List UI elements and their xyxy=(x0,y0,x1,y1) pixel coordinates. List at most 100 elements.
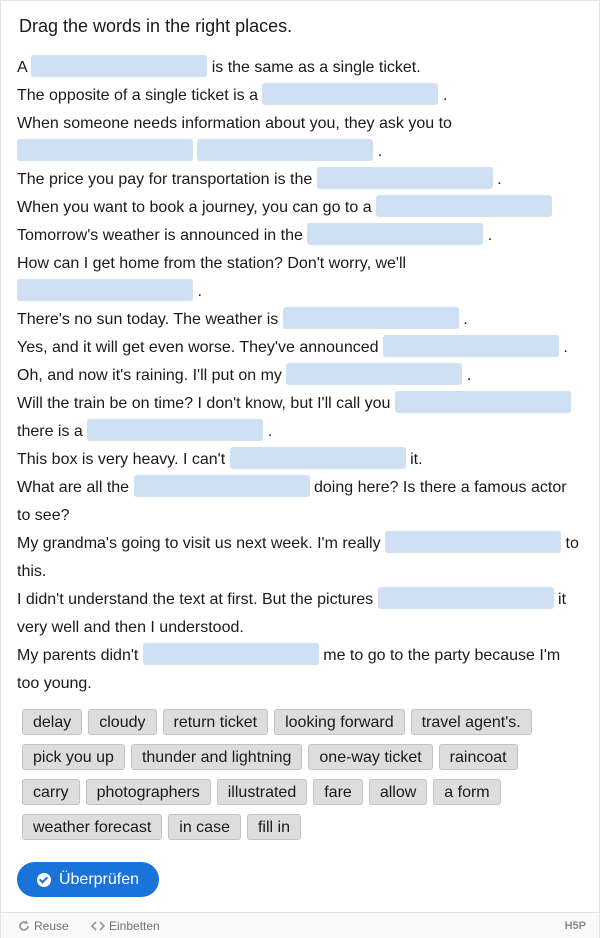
drop-zone[interactable] xyxy=(229,447,406,470)
draggable-word[interactable]: delay xyxy=(22,709,83,735)
drop-zone[interactable] xyxy=(282,307,459,330)
drop-zone[interactable] xyxy=(286,363,463,386)
sentence-line: The opposite of a single ticket is a . xyxy=(17,82,582,110)
sentence-line: Tomorrow's weather is announced in the . xyxy=(17,222,582,250)
drop-zone[interactable] xyxy=(377,587,554,610)
draggable-word[interactable]: weather forecast xyxy=(22,814,163,840)
sentence-line: Yes, and it will get even worse. They've… xyxy=(17,334,582,362)
sentence-text: There's no sun today. The weather is xyxy=(17,311,279,328)
check-circle-icon xyxy=(36,872,51,887)
drop-zone[interactable] xyxy=(31,55,208,78)
reuse-link[interactable]: Reuse xyxy=(18,919,69,933)
drop-zone[interactable] xyxy=(17,139,193,162)
sentence-text: . xyxy=(563,339,568,356)
sentence-line: to see? xyxy=(17,502,582,530)
drop-zone[interactable] xyxy=(17,279,193,302)
reuse-icon xyxy=(19,920,29,931)
drop-zone[interactable] xyxy=(307,223,484,246)
embed-label: Einbetten xyxy=(109,919,160,933)
sentence-line: The price you pay for transportation is … xyxy=(17,166,582,194)
sentence-line: . xyxy=(17,278,582,306)
drop-zone[interactable] xyxy=(394,391,571,414)
word-row: delay cloudy return ticket looking forward t… xyxy=(22,709,582,744)
task-title: Drag the words in the right places. xyxy=(19,16,293,36)
sentence-text: Oh, and now it's raining. I'll put on my xyxy=(17,367,282,384)
draggable-word[interactable]: photographers xyxy=(85,779,211,805)
drop-zone[interactable] xyxy=(382,335,559,358)
drop-zone[interactable] xyxy=(385,531,562,554)
draggable-word[interactable]: a form xyxy=(433,779,501,805)
embed-icon xyxy=(91,921,105,931)
draggable-word[interactable]: pick you up xyxy=(22,744,125,770)
sentence-line: My grandma's going to visit us next week… xyxy=(17,530,582,558)
drop-zone[interactable] xyxy=(197,139,374,162)
draggable-word[interactable]: looking forward xyxy=(274,709,405,735)
sentence-text: there is a xyxy=(17,423,83,440)
sentence-line: When you want to book a journey, you can… xyxy=(17,194,582,222)
word-row: pick you up thunder and lightning one-way … xyxy=(22,744,582,779)
drop-zone[interactable] xyxy=(133,475,310,498)
sentence-line: When someone needs information about you… xyxy=(17,110,582,138)
word-row: carry photographers illustrated fare allow a … xyxy=(22,779,582,814)
drop-zone[interactable] xyxy=(316,167,493,190)
sentence-text: Tomorrow's weather is announced in the xyxy=(17,227,303,244)
drop-zone[interactable] xyxy=(87,419,264,442)
sentence-line: Oh, and now it's raining. I'll put on my… xyxy=(17,362,582,390)
word-row: weather forecast in case fill in xyxy=(22,814,582,849)
draggable-word[interactable]: allow xyxy=(368,779,428,805)
sentence-line: I didn't understand the text at first. B… xyxy=(17,586,582,614)
sentence-line: What are all the doing here? Is there a … xyxy=(17,474,582,502)
sentence-text: When someone needs information about you… xyxy=(17,115,452,132)
sentence-text: Will the train be on time? I don't know,… xyxy=(17,395,391,412)
sentence-text: this. xyxy=(17,563,47,580)
sentence-line: there is a . xyxy=(17,418,582,446)
draggable-word[interactable]: return ticket xyxy=(162,709,269,735)
sentence-line: this. xyxy=(17,558,582,586)
embed-link[interactable]: Einbetten xyxy=(91,919,160,933)
sentence-text: me to go to the party because I'm xyxy=(323,647,561,664)
sentence-text: The price you pay for transportation is … xyxy=(17,171,313,188)
draggable-word[interactable]: carry xyxy=(22,779,80,805)
sentence-text: My grandma's going to visit us next week… xyxy=(17,535,381,552)
draggable-word[interactable]: fare xyxy=(313,779,363,805)
drop-zone[interactable] xyxy=(262,83,439,106)
draggable-word[interactable]: illustrated xyxy=(216,779,308,805)
sentence-text: it. xyxy=(410,451,423,468)
draggable-word[interactable]: cloudy xyxy=(88,709,157,735)
draggable-word[interactable]: raincoat xyxy=(438,744,518,770)
sentence-text: . xyxy=(442,87,448,104)
sentence-text: to see? xyxy=(17,507,70,524)
sentence-text: Yes, and it will get even worse. They've… xyxy=(17,339,379,356)
sentence-text: This box is very heavy. I can't xyxy=(17,451,226,468)
sentence-text: I didn't understand the text at first. B… xyxy=(17,591,374,608)
draggable-word[interactable]: thunder and lightning xyxy=(130,744,303,770)
drop-zone[interactable] xyxy=(142,643,319,666)
word-bank: delay cloudy return ticket looking forward t… xyxy=(22,709,582,849)
sentence-line: very well and then I understood. xyxy=(17,614,582,642)
sentence-list: A is the same as a single ticket. The op… xyxy=(17,54,582,698)
sentence-line: Will the train be on time? I don't know,… xyxy=(17,390,582,418)
sentence-text: . xyxy=(487,227,493,244)
sentence-line: too young. xyxy=(17,670,582,698)
draggable-word[interactable]: one-way ticket xyxy=(308,744,433,770)
sentence-text: How can I get home from the station? Don… xyxy=(17,255,407,272)
h5p-logo: H5P xyxy=(564,920,586,932)
sentence-text: . xyxy=(466,367,472,384)
draggable-word[interactable]: fill in xyxy=(246,814,301,840)
sentence-text: When you want to book a journey, you can… xyxy=(17,199,372,216)
sentence-line: My parents didn't me to go to the party … xyxy=(17,642,582,670)
sentence-text: . xyxy=(377,143,383,160)
check-button[interactable]: Überprüfen xyxy=(17,862,159,897)
drop-zone[interactable] xyxy=(376,195,553,218)
footer-bar: Reuse Einbetten H5P xyxy=(1,912,599,938)
sentence-text: to xyxy=(565,535,579,552)
sentence-line: . xyxy=(17,138,582,166)
sentence-text: My parents didn't xyxy=(17,647,139,664)
draggable-word[interactable]: in case xyxy=(168,814,241,840)
draggable-word[interactable]: travel agent's. xyxy=(410,709,532,735)
check-button-label: Überprüfen xyxy=(58,870,140,888)
sentence-line: This box is very heavy. I can't it. xyxy=(17,446,582,474)
sentence-text: . xyxy=(497,171,502,188)
sentence-line: There's no sun today. The weather is . xyxy=(17,306,582,334)
sentence-text: it xyxy=(558,591,567,608)
